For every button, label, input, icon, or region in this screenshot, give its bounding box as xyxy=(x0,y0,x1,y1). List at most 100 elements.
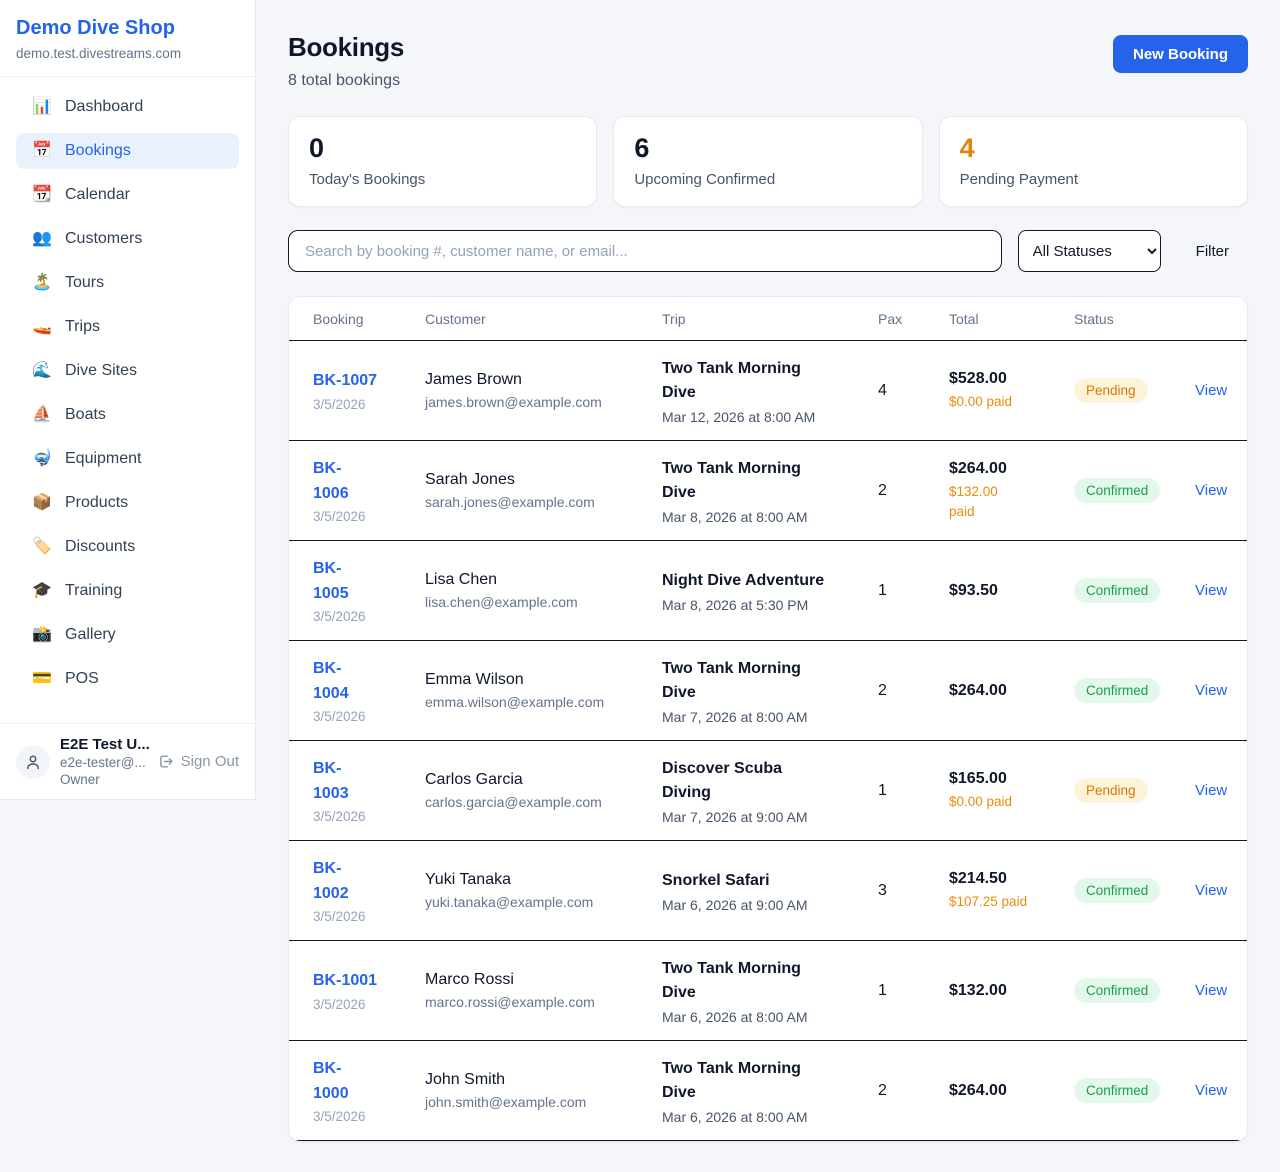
customer-cell: Emma Wilson emma.wilson@example.com xyxy=(425,671,662,710)
customer-email: carlos.garcia@example.com xyxy=(425,794,662,810)
booking-number-link[interactable]: BK- 1004 xyxy=(313,657,349,707)
status-filter-select[interactable]: All Statuses xyxy=(1018,230,1161,272)
booking-date: 3/5/2026 xyxy=(313,809,425,824)
total-cell: $132.00 xyxy=(949,982,1074,1000)
status-badge: Confirmed xyxy=(1074,1078,1160,1103)
booking-number-link[interactable]: BK- 1002 xyxy=(313,857,349,907)
total-cell: $93.50 xyxy=(949,582,1074,600)
total-cell: $528.00 $0.00 paid xyxy=(949,370,1074,412)
trip-name: Two Tank Morning Dive xyxy=(662,957,878,1005)
view-link[interactable]: View xyxy=(1195,982,1227,999)
customer-cell: Sarah Jones sarah.jones@example.com xyxy=(425,471,662,510)
booking-number-link[interactable]: BK- 1005 xyxy=(313,557,349,607)
booking-number-link[interactable]: BK-1007 xyxy=(313,369,377,394)
column-header-pax: Pax xyxy=(878,311,949,327)
sign-out-button[interactable]: Sign Out xyxy=(157,753,239,770)
sign-out-icon xyxy=(157,753,174,770)
stat-value: 6 xyxy=(634,133,901,164)
table-row: BK- 1004 3/5/2026 Emma Wilson emma.wilso… xyxy=(289,641,1247,741)
status-badge: Pending xyxy=(1074,778,1148,803)
status-badge: Confirmed xyxy=(1074,478,1160,503)
trip-datetime: Mar 12, 2026 at 8:00 AM xyxy=(662,409,878,425)
sidebar-item-trips[interactable]: 🚤 Trips xyxy=(16,309,239,345)
booking-number-link[interactable]: BK- 1003 xyxy=(313,757,349,807)
pax-value: 1 xyxy=(878,782,949,800)
sidebar-item-dashboard[interactable]: 📊 Dashboard xyxy=(16,89,239,125)
status-cell: Confirmed xyxy=(1074,878,1195,903)
table-row: BK- 1000 3/5/2026 John Smith john.smith@… xyxy=(289,1041,1247,1141)
customer-email: james.brown@example.com xyxy=(425,394,662,410)
view-link[interactable]: View xyxy=(1195,382,1227,399)
sidebar-item-bookings[interactable]: 📅 Bookings xyxy=(16,133,239,169)
table-row: BK- 1003 3/5/2026 Carlos Garcia carlos.g… xyxy=(289,741,1247,841)
island-icon: 🏝️ xyxy=(32,275,52,291)
table-row: BK-1001 3/5/2026 Marco Rossi marco.rossi… xyxy=(289,941,1247,1041)
booking-number-link[interactable]: BK- 1000 xyxy=(313,1057,349,1107)
search-input[interactable] xyxy=(288,230,1002,272)
shop-domain: demo.test.divestreams.com xyxy=(16,46,239,61)
column-header-trip: Trip xyxy=(662,311,878,327)
table-header-row: Booking Customer Trip Pax Total Status xyxy=(289,297,1247,341)
sidebar-item-label: Bookings xyxy=(65,141,131,161)
sidebar-item-discounts[interactable]: 🏷️ Discounts xyxy=(16,529,239,565)
wave-icon: 🌊 xyxy=(32,363,52,379)
status-cell: Confirmed xyxy=(1074,678,1195,703)
package-icon: 📦 xyxy=(32,495,52,511)
status-cell: Pending xyxy=(1074,778,1195,803)
customer-email: emma.wilson@example.com xyxy=(425,694,662,710)
view-link[interactable]: View xyxy=(1195,482,1227,499)
column-header-customer: Customer xyxy=(425,311,662,327)
diving-mask-icon: 🤿 xyxy=(32,451,52,467)
tear-off-calendar-icon: 📆 xyxy=(32,187,52,203)
sidebar-item-equipment[interactable]: 🤿 Equipment xyxy=(16,441,239,477)
trip-cell: Snorkel Safari Mar 6, 2026 at 9:00 AM xyxy=(662,869,878,913)
total-bookings-count: 8 total bookings xyxy=(288,72,404,90)
people-icon: 👥 xyxy=(32,231,52,247)
sailboat-icon: ⛵ xyxy=(32,407,52,423)
calendar-icon: 📅 xyxy=(32,143,52,159)
main-content: Bookings 8 total bookings New Booking 0 … xyxy=(256,0,1280,1172)
trip-cell: Discover Scuba Diving Mar 7, 2026 at 9:0… xyxy=(662,757,878,825)
view-link[interactable]: View xyxy=(1195,782,1227,799)
view-link[interactable]: View xyxy=(1195,582,1227,599)
booking-date: 3/5/2026 xyxy=(313,709,425,724)
sidebar-item-pos[interactable]: 💳 POS xyxy=(16,661,239,697)
sidebar-item-label: POS xyxy=(65,669,99,689)
sidebar-item-label: Calendar xyxy=(65,185,130,205)
pax-value: 1 xyxy=(878,582,949,600)
avatar xyxy=(16,745,50,779)
trip-name: Two Tank Morning Dive xyxy=(662,357,878,405)
customer-name: Emma Wilson xyxy=(425,671,662,689)
sidebar-item-gallery[interactable]: 📸 Gallery xyxy=(16,617,239,653)
view-link[interactable]: View xyxy=(1195,882,1227,899)
booking-number-link[interactable]: BK-1001 xyxy=(313,969,377,994)
user-role: Owner xyxy=(60,772,147,787)
sidebar-item-tours[interactable]: 🏝️ Tours xyxy=(16,265,239,301)
pax-value: 4 xyxy=(878,382,949,400)
trip-datetime: Mar 8, 2026 at 8:00 AM xyxy=(662,509,878,525)
booking-number-link[interactable]: BK- 1006 xyxy=(313,457,349,507)
booking-date: 3/5/2026 xyxy=(313,1109,425,1124)
new-booking-button[interactable]: New Booking xyxy=(1113,35,1248,73)
view-link[interactable]: View xyxy=(1195,1082,1227,1099)
sidebar-item-boats[interactable]: ⛵ Boats xyxy=(16,397,239,433)
bookings-table: Booking Customer Trip Pax Total Status B… xyxy=(288,296,1248,1142)
brand: Demo Dive Shop demo.test.divestreams.com xyxy=(0,0,255,77)
sidebar-item-calendar[interactable]: 📆 Calendar xyxy=(16,177,239,213)
booking-cell: BK- 1006 3/5/2026 xyxy=(313,457,425,525)
sidebar-item-dive-sites[interactable]: 🌊 Dive Sites xyxy=(16,353,239,389)
customer-cell: Marco Rossi marco.rossi@example.com xyxy=(425,971,662,1010)
total-amount: $93.50 xyxy=(949,582,1074,600)
customer-cell: Carlos Garcia carlos.garcia@example.com xyxy=(425,771,662,810)
customer-email: marco.rossi@example.com xyxy=(425,994,662,1010)
column-header-total: Total xyxy=(949,311,1074,327)
total-amount: $264.00 xyxy=(949,1082,1074,1100)
filter-button[interactable]: Filter xyxy=(1177,243,1248,260)
sidebar-item-training[interactable]: 🎓 Training xyxy=(16,573,239,609)
view-link[interactable]: View xyxy=(1195,682,1227,699)
column-header-booking: Booking xyxy=(313,311,425,327)
sidebar-item-products[interactable]: 📦 Products xyxy=(16,485,239,521)
table-row: BK- 1005 3/5/2026 Lisa Chen lisa.chen@ex… xyxy=(289,541,1247,641)
sidebar-nav: 📊 Dashboard 📅 Bookings 📆 Calendar 👥 Cust… xyxy=(0,77,255,723)
sidebar-item-customers[interactable]: 👥 Customers xyxy=(16,221,239,257)
